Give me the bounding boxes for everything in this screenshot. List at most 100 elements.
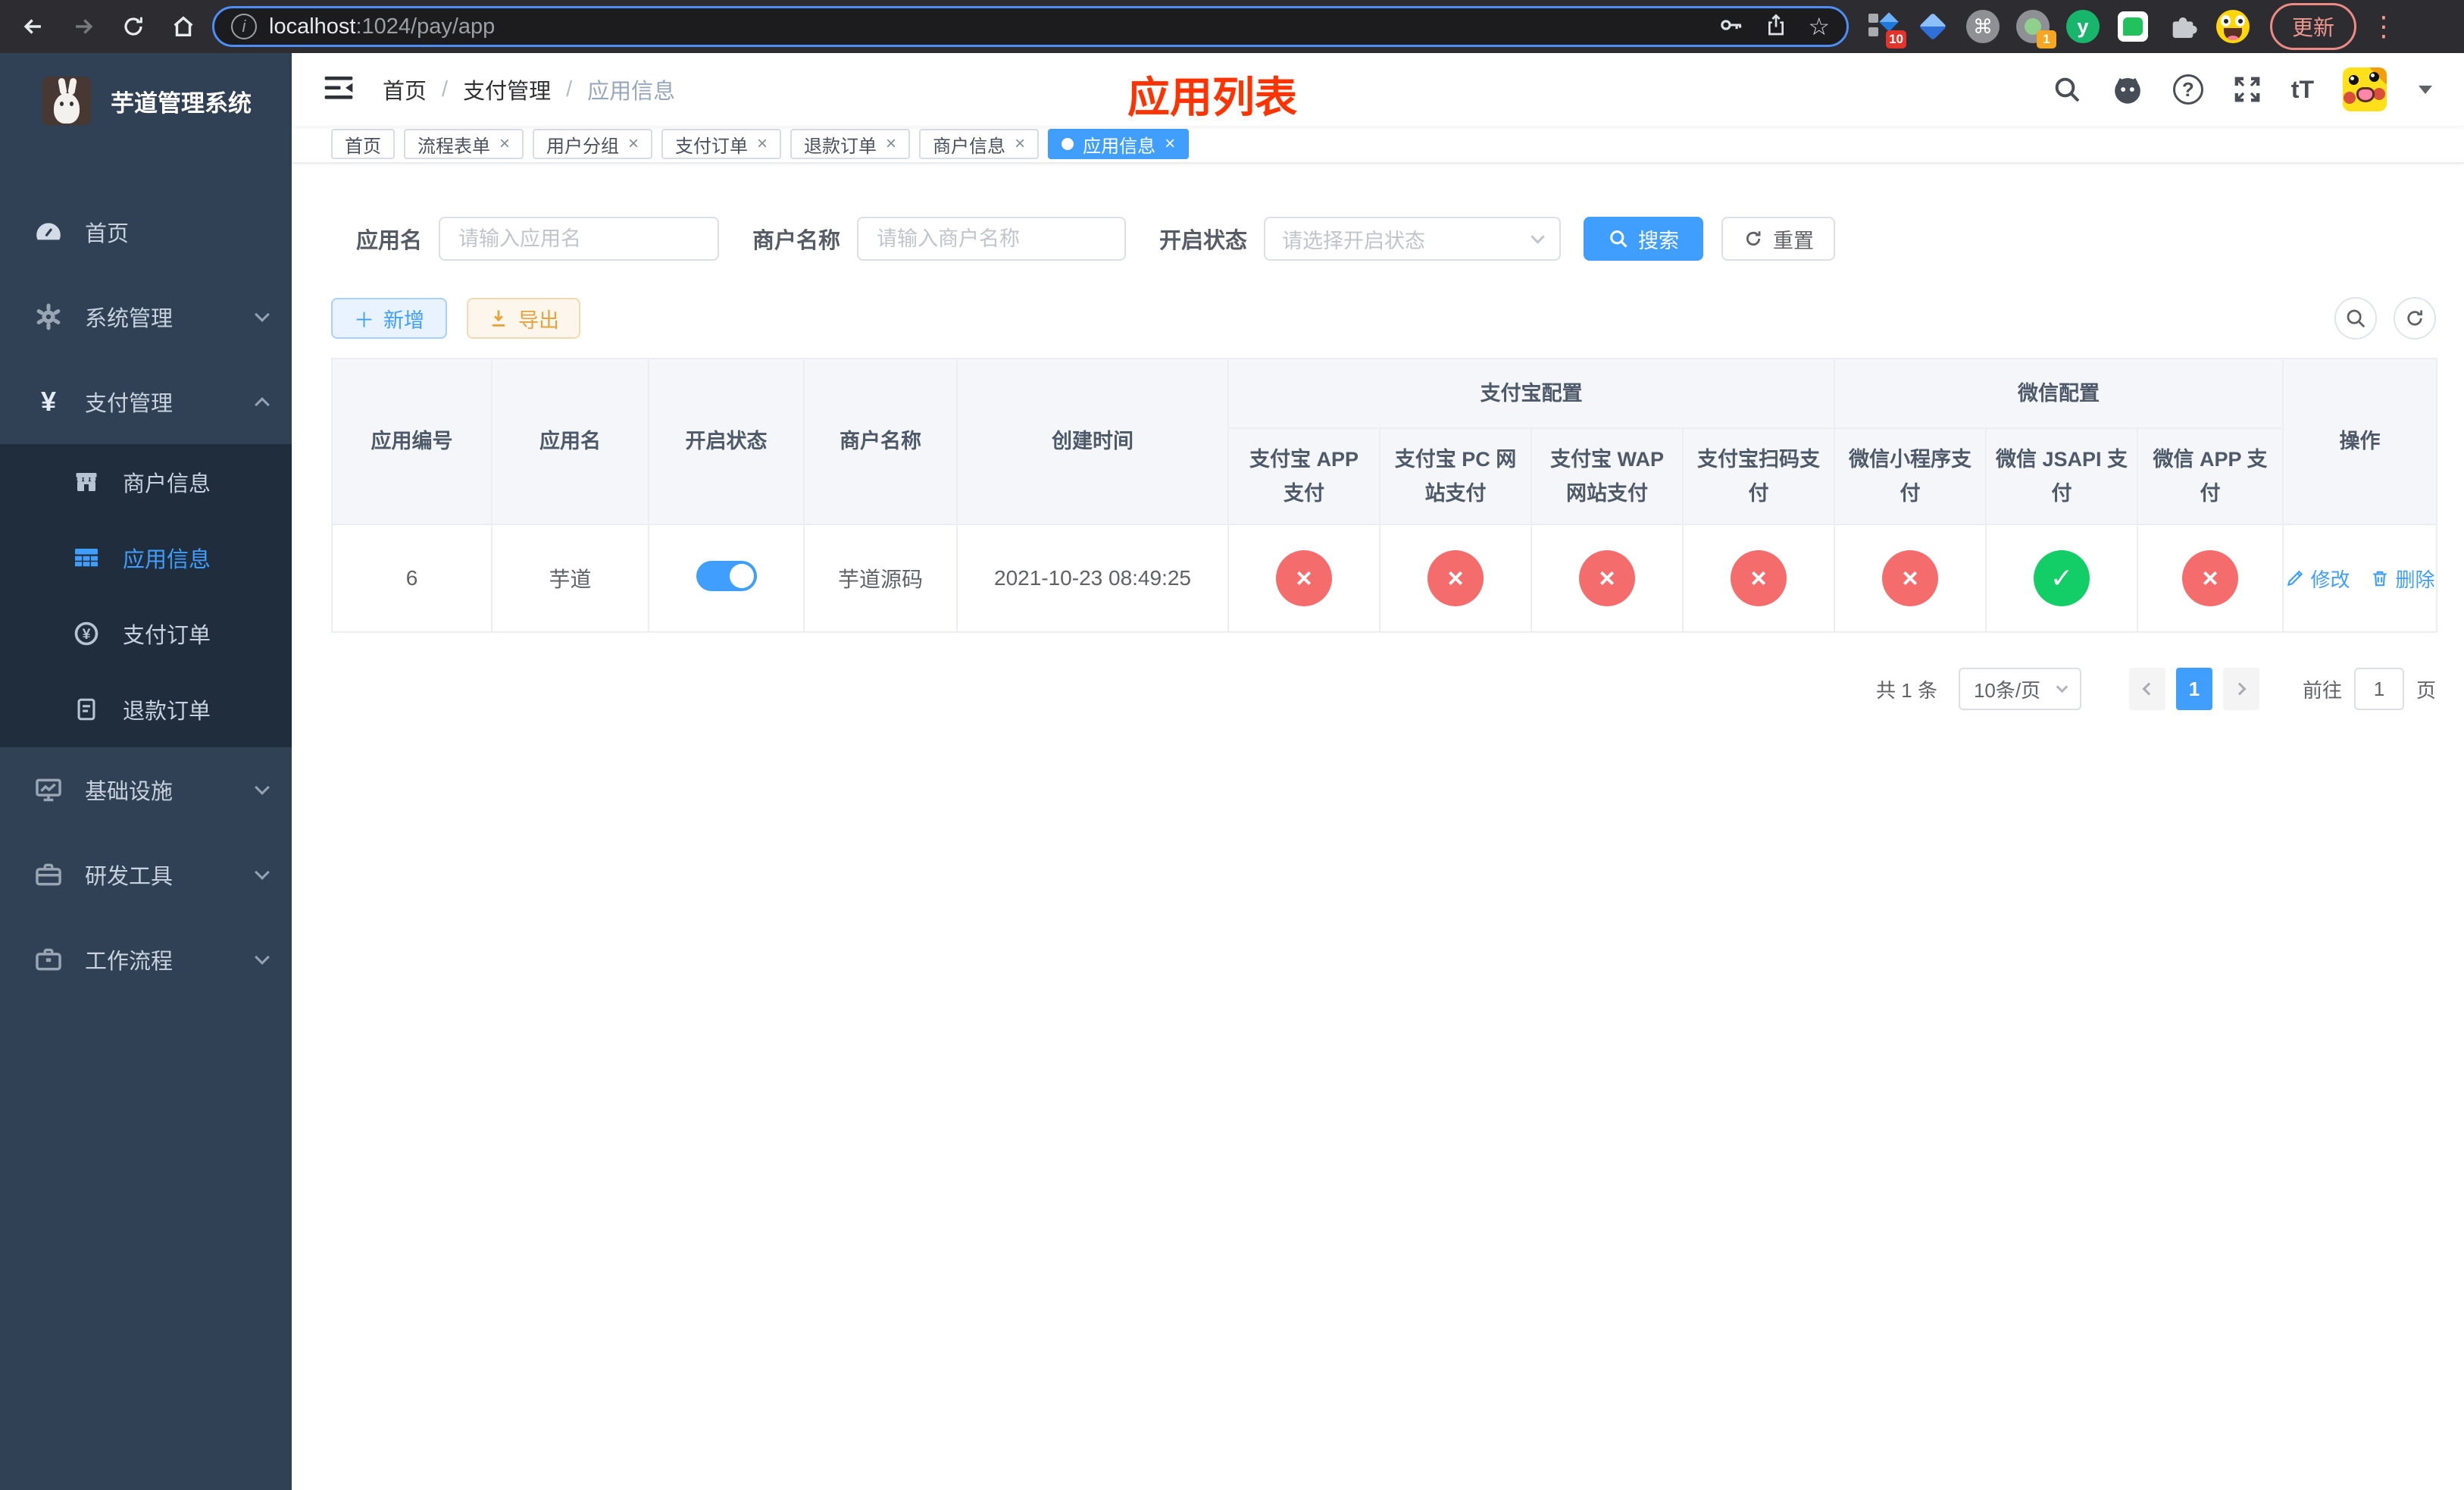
command-extension-icon[interactable]: ⌘ bbox=[1965, 9, 2000, 44]
password-key-icon[interactable] bbox=[1718, 12, 1744, 42]
sidebar-item-payment[interactable]: ¥ 支付管理 bbox=[0, 359, 292, 444]
col-app-id: 应用编号 bbox=[331, 357, 492, 526]
close-icon[interactable]: × bbox=[499, 135, 510, 153]
tab-user-group[interactable]: 用户分组 × bbox=[533, 129, 653, 159]
show-search-button[interactable] bbox=[2334, 297, 2377, 340]
breadcrumb: 首页 / 支付管理 / 应用信息 bbox=[383, 74, 675, 105]
home-icon[interactable] bbox=[162, 5, 205, 48]
chevron-down-icon bbox=[2056, 681, 2068, 693]
edit-link[interactable]: 修改 bbox=[2285, 565, 2350, 593]
prev-page-button[interactable] bbox=[2128, 668, 2165, 711]
col-app-name: 应用名 bbox=[491, 357, 649, 526]
page-size-select[interactable]: 10条/页 bbox=[1958, 668, 2081, 711]
document-icon bbox=[70, 696, 103, 722]
puzzle-extensions-icon[interactable] bbox=[2165, 9, 2200, 44]
search-button[interactable]: 搜索 bbox=[1584, 217, 1704, 261]
col-alipay-qr: 支付宝扫码支付 bbox=[1682, 427, 1835, 526]
tab-app-info[interactable]: 应用信息 × bbox=[1048, 129, 1190, 159]
sidebar-item-pay-orders[interactable]: ¥ 支付订单 bbox=[0, 596, 292, 671]
monica-extension-icon[interactable]: y bbox=[2065, 9, 2100, 44]
chevron-down-icon bbox=[255, 950, 270, 965]
forward-icon[interactable] bbox=[62, 5, 105, 48]
browser-menu-icon[interactable]: ⋮ bbox=[2370, 11, 2397, 42]
status-indicator: × bbox=[1731, 550, 1787, 607]
chrome-update-button[interactable]: 更新 bbox=[2270, 3, 2357, 50]
chat-extension-icon[interactable] bbox=[2115, 9, 2150, 44]
status-indicator: × bbox=[1276, 550, 1332, 607]
site-info-icon[interactable]: i bbox=[231, 14, 257, 39]
url-bar[interactable]: i localhost:1024/pay/app ☆ bbox=[212, 6, 1849, 47]
tab-home[interactable]: 首页 bbox=[331, 129, 395, 159]
sidebar-item-dev-tools[interactable]: 研发工具 bbox=[0, 832, 292, 917]
yen-icon: ¥ bbox=[40, 386, 57, 417]
chevron-down-icon bbox=[1531, 229, 1545, 244]
app-table: 应用编号 应用名 开启状态 商户名称 创建时间 支付宝配置 微信配置 操作 支付… bbox=[331, 357, 2438, 634]
sidebar-item-infra[interactable]: 基础设施 bbox=[0, 747, 292, 832]
close-icon[interactable]: × bbox=[757, 135, 768, 153]
chevron-down-icon bbox=[255, 780, 270, 795]
shop-icon bbox=[70, 468, 103, 496]
payment-submenu: 商户信息 应用信息 ¥ 支付订单 退款订单 bbox=[0, 444, 292, 747]
tab-merchant-info[interactable]: 商户信息 × bbox=[919, 129, 1040, 159]
collapse-sidebar-icon[interactable] bbox=[324, 74, 354, 105]
col-wechat-mini: 微信小程序支付 bbox=[1834, 427, 1987, 526]
current-page-button[interactable]: 1 bbox=[2175, 668, 2212, 711]
fullscreen-icon[interactable] bbox=[2232, 74, 2262, 105]
tab-pay-orders[interactable]: 支付订单 × bbox=[661, 129, 782, 159]
col-wechat-app: 微信 APP 支付 bbox=[2136, 427, 2284, 526]
col-alipay-pc: 支付宝 PC 网站支付 bbox=[1379, 427, 1532, 526]
sidebar-item-home[interactable]: 首页 bbox=[0, 189, 292, 274]
refresh-button[interactable] bbox=[2394, 297, 2436, 340]
tab-refund-orders[interactable]: 退款订单 × bbox=[790, 129, 911, 159]
bookmark-star-icon[interactable]: ☆ bbox=[1808, 12, 1830, 41]
next-page-button[interactable] bbox=[2222, 668, 2259, 711]
table-row: 6 芋道 芋道源码 2021-10-23 08:49:25 × × × × × … bbox=[331, 524, 2438, 634]
kite-extension-icon[interactable] bbox=[1915, 9, 1950, 44]
reset-button[interactable]: 重置 bbox=[1721, 217, 1836, 261]
sidebar-item-app-info[interactable]: 应用信息 bbox=[0, 520, 292, 596]
close-icon[interactable]: × bbox=[886, 135, 896, 153]
delete-link[interactable]: 删除 bbox=[2370, 565, 2435, 593]
font-size-icon[interactable]: tT bbox=[2291, 76, 2314, 104]
enabled-switch[interactable] bbox=[696, 560, 757, 591]
sidebar: 芋道管理系统 首页 系统管理 ¥ 支付管理 商户信息 应用信息 ¥ 支付订单 退… bbox=[0, 53, 292, 1490]
breadcrumb-home[interactable]: 首页 bbox=[383, 74, 427, 105]
close-icon[interactable]: × bbox=[1165, 135, 1175, 153]
status-indicator: × bbox=[2182, 550, 2238, 607]
onetab-extension-icon[interactable]: 10 bbox=[1865, 9, 1906, 49]
goto-page-input[interactable] bbox=[2353, 668, 2404, 711]
app-name-input[interactable] bbox=[439, 217, 720, 261]
github-icon[interactable] bbox=[2111, 73, 2144, 106]
sidebar-item-system[interactable]: 系统管理 bbox=[0, 274, 292, 359]
export-button[interactable]: 导出 bbox=[467, 298, 580, 339]
status-select[interactable]: 请选择开启状态 bbox=[1264, 217, 1562, 261]
add-button[interactable]: ＋新增 bbox=[331, 298, 447, 339]
search-icon[interactable] bbox=[2052, 74, 2082, 105]
help-icon[interactable]: ? bbox=[2172, 74, 2203, 105]
cell-app-id: 6 bbox=[331, 524, 492, 634]
col-actions: 操作 bbox=[2282, 357, 2438, 526]
profile-avatar[interactable] bbox=[2215, 9, 2250, 44]
gear-icon bbox=[32, 302, 65, 331]
tab-process-form[interactable]: 流程表单 × bbox=[404, 129, 524, 159]
avatar-caret-icon[interactable] bbox=[2419, 85, 2432, 94]
user-avatar[interactable] bbox=[2343, 67, 2387, 111]
extension-badge: 1 bbox=[2037, 30, 2056, 49]
breadcrumb-payment[interactable]: 支付管理 bbox=[463, 74, 551, 105]
close-icon[interactable]: × bbox=[1015, 135, 1025, 153]
sidebar-item-refund-orders[interactable]: 退款订单 bbox=[0, 671, 292, 747]
merchant-name-input[interactable] bbox=[857, 217, 1127, 261]
back-icon[interactable] bbox=[12, 5, 55, 48]
close-icon[interactable]: × bbox=[628, 135, 639, 153]
status-label: 开启状态 bbox=[1159, 229, 1248, 253]
sidebar-item-workflow[interactable]: 工作流程 bbox=[0, 917, 292, 1002]
col-group-wechat: 微信配置 bbox=[1833, 358, 2284, 429]
sidebar-logo[interactable]: 芋道管理系统 bbox=[0, 59, 292, 142]
pagination: 共 1 条 10条/页 1 前往 页 bbox=[331, 668, 2436, 711]
share-icon[interactable] bbox=[1764, 13, 1788, 41]
reload-icon[interactable] bbox=[112, 5, 155, 48]
filter-form: 应用名 商户名称 开启状态 请选择开启状态 搜索 bbox=[356, 217, 2436, 261]
app-title: 芋道管理系统 bbox=[111, 89, 252, 117]
sidebar-item-merchant-info[interactable]: 商户信息 bbox=[0, 444, 292, 520]
recorder-extension-icon[interactable]: 1 bbox=[2015, 9, 2056, 49]
